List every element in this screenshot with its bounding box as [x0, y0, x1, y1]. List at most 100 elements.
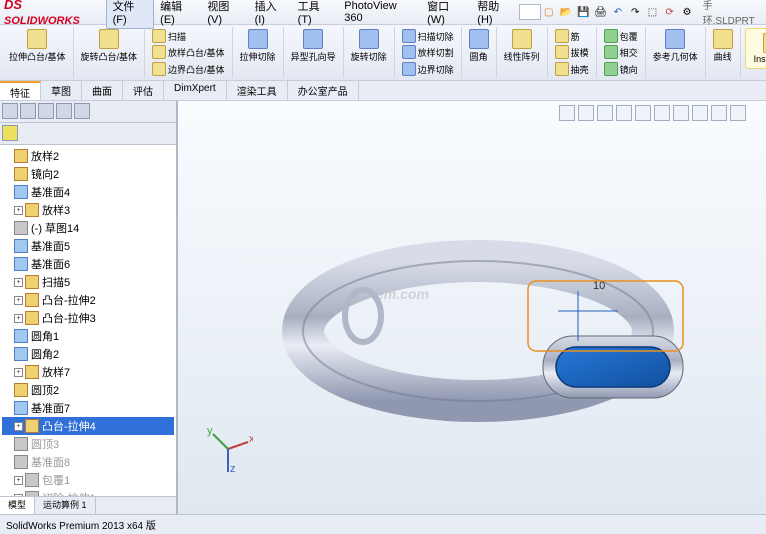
hole-wizard-button[interactable]: 异型孔向导	[288, 28, 339, 64]
view-settings-icon[interactable]	[730, 105, 746, 121]
cut-revolve-button[interactable]: 旋转切除	[348, 28, 390, 64]
mirror-button[interactable]: 镜向	[601, 61, 641, 77]
wrap-button[interactable]: 包覆	[601, 28, 641, 44]
menu-view[interactable]: 视图(V)	[201, 0, 248, 28]
tree-item[interactable]: 圆角1	[2, 327, 174, 345]
scene-icon[interactable]	[711, 105, 727, 121]
cut-extrude-button[interactable]: 拉伸切除	[237, 28, 279, 64]
svg-text:10: 10	[593, 280, 605, 292]
tree-item[interactable]: +凸台-拉伸3	[2, 309, 174, 327]
filename-label: 手环.SLDPRT	[703, 0, 762, 27]
tree-item[interactable]: 基准面8	[2, 453, 174, 471]
instant3d-button[interactable]: Instant3D	[745, 28, 766, 69]
tab-render[interactable]: 渲染工具	[227, 81, 288, 100]
redo-icon[interactable]: ↷	[628, 4, 643, 20]
feature-panel: 放样2 镜向2 基准面4 +放样3 (-) 草图14 基准面5 基准面6 +扫描…	[0, 101, 178, 514]
tree-item[interactable]: 圆顶2	[2, 381, 174, 399]
dimxpert-tree-icon[interactable]	[56, 103, 72, 119]
zoom-area-icon[interactable]	[578, 105, 594, 121]
tree-item[interactable]: +扫描5	[2, 273, 174, 291]
tree-item[interactable]: 基准面6	[2, 255, 174, 273]
tab-surface[interactable]: 曲面	[82, 81, 123, 100]
tree-item[interactable]: 基准面4	[2, 183, 174, 201]
tree-item[interactable]: 镜向2	[2, 165, 174, 183]
ribbon-toolbar: 拉伸凸台/基体 旋转凸台/基体 扫描 放样凸台/基体 边界凸台/基体 拉伸切除 …	[0, 25, 766, 81]
tab-sketch[interactable]: 草图	[41, 81, 82, 100]
filter-icon[interactable]	[2, 125, 18, 141]
tree-item[interactable]: 基准面7	[2, 399, 174, 417]
tree-item[interactable]: +包覆1	[2, 471, 174, 489]
shell-button[interactable]: 抽壳	[552, 61, 592, 77]
command-tabs: 特征 草图 曲面 评估 DimXpert 渲染工具 办公室产品	[0, 81, 766, 101]
undo-icon[interactable]: ↶	[610, 4, 625, 20]
menu-edit[interactable]: 编辑(E)	[154, 0, 201, 28]
view-toolbar	[559, 105, 746, 121]
tab-features[interactable]: 特征	[0, 81, 41, 100]
open-icon[interactable]: 📂	[558, 4, 573, 20]
tree-item[interactable]: +凸台-拉伸2	[2, 291, 174, 309]
tree-item[interactable]: +切除-拉伸1	[2, 489, 174, 496]
tree-item[interactable]: (-) 草图14	[2, 219, 174, 237]
tree-item-selected[interactable]: +凸台-拉伸4	[2, 417, 174, 435]
menu-insert[interactable]: 插入(I)	[249, 0, 292, 28]
intersect-button[interactable]: 相交	[601, 44, 641, 60]
draft-button[interactable]: 拔模	[552, 44, 592, 60]
status-bar: SolidWorks Premium 2013 x64 版	[0, 514, 766, 534]
feature-tree-icon[interactable]	[2, 103, 18, 119]
curves-button[interactable]: 曲线	[710, 28, 736, 64]
menu-photoview[interactable]: PhotoView 360	[338, 0, 421, 26]
svg-text:y: y	[207, 425, 213, 437]
tree-item[interactable]: 放样2	[2, 147, 174, 165]
cut-loft-button[interactable]: 放样切割	[399, 44, 457, 60]
cut-boundary-button[interactable]: 边界切除	[399, 61, 457, 77]
select-icon[interactable]: ⬚	[645, 4, 660, 20]
pattern-button[interactable]: 线性阵列	[501, 28, 543, 64]
appearance-icon[interactable]	[692, 105, 708, 121]
view-orient-icon[interactable]	[635, 105, 651, 121]
motion-study-tab[interactable]: 运动算例 1	[35, 497, 96, 514]
config-icon[interactable]	[38, 103, 54, 119]
tree-item[interactable]: 基准面5	[2, 237, 174, 255]
search-input[interactable]	[519, 4, 541, 20]
revolve-boss-button[interactable]: 旋转凸台/基体	[78, 28, 141, 64]
sweep-button[interactable]: 扫描	[149, 28, 189, 44]
feature-tree[interactable]: 放样2 镜向2 基准面4 +放样3 (-) 草图14 基准面5 基准面6 +扫描…	[0, 145, 176, 496]
extrude-boss-button[interactable]: 拉伸凸台/基体	[6, 28, 69, 64]
save-icon[interactable]: 💾	[576, 4, 591, 20]
tab-evaluate[interactable]: 评估	[123, 81, 164, 100]
tab-office[interactable]: 办公室产品	[288, 81, 359, 100]
hide-show-icon[interactable]	[673, 105, 689, 121]
ref-geometry-button[interactable]: 参考几何体	[650, 28, 701, 64]
prev-view-icon[interactable]	[597, 105, 613, 121]
cut-sweep-button[interactable]: 扫描切除	[399, 28, 457, 44]
display-icon[interactable]	[74, 103, 90, 119]
display-style-icon[interactable]	[654, 105, 670, 121]
menu-help[interactable]: 帮助(H)	[471, 0, 519, 28]
model-tab[interactable]: 模型	[0, 497, 35, 514]
view-triad[interactable]: x y z	[203, 424, 253, 474]
print-icon[interactable]: 🖨	[593, 4, 608, 20]
rib-button[interactable]: 筋	[552, 28, 583, 44]
3d-viewport[interactable]: GX7网system.com 10 x	[178, 101, 766, 514]
bracelet-model[interactable]: 10	[278, 221, 708, 451]
tree-item[interactable]: 圆角2	[2, 345, 174, 363]
app-logo: DS SOLIDWORKS	[4, 0, 98, 27]
property-icon[interactable]	[20, 103, 36, 119]
menu-window[interactable]: 窗口(W)	[421, 0, 471, 28]
zoom-fit-icon[interactable]	[559, 105, 575, 121]
tree-item[interactable]: +放样7	[2, 363, 174, 381]
svg-text:z: z	[230, 463, 236, 474]
new-icon[interactable]: ▢	[541, 4, 556, 20]
boundary-button[interactable]: 边界凸台/基体	[149, 61, 228, 77]
loft-button[interactable]: 放样凸台/基体	[149, 44, 228, 60]
menu-file[interactable]: 文件(F)	[106, 0, 155, 29]
tree-item[interactable]: +放样3	[2, 201, 174, 219]
fillet-button[interactable]: 圆角	[466, 28, 492, 64]
tab-dimxpert[interactable]: DimXpert	[164, 81, 227, 100]
options-icon[interactable]: ⚙	[679, 4, 694, 20]
section-view-icon[interactable]	[616, 105, 632, 121]
tree-item[interactable]: 圆顶3	[2, 435, 174, 453]
svg-text:x: x	[249, 433, 253, 445]
menu-tools[interactable]: 工具(T)	[292, 0, 339, 28]
rebuild-icon[interactable]: ⟳	[662, 4, 677, 20]
